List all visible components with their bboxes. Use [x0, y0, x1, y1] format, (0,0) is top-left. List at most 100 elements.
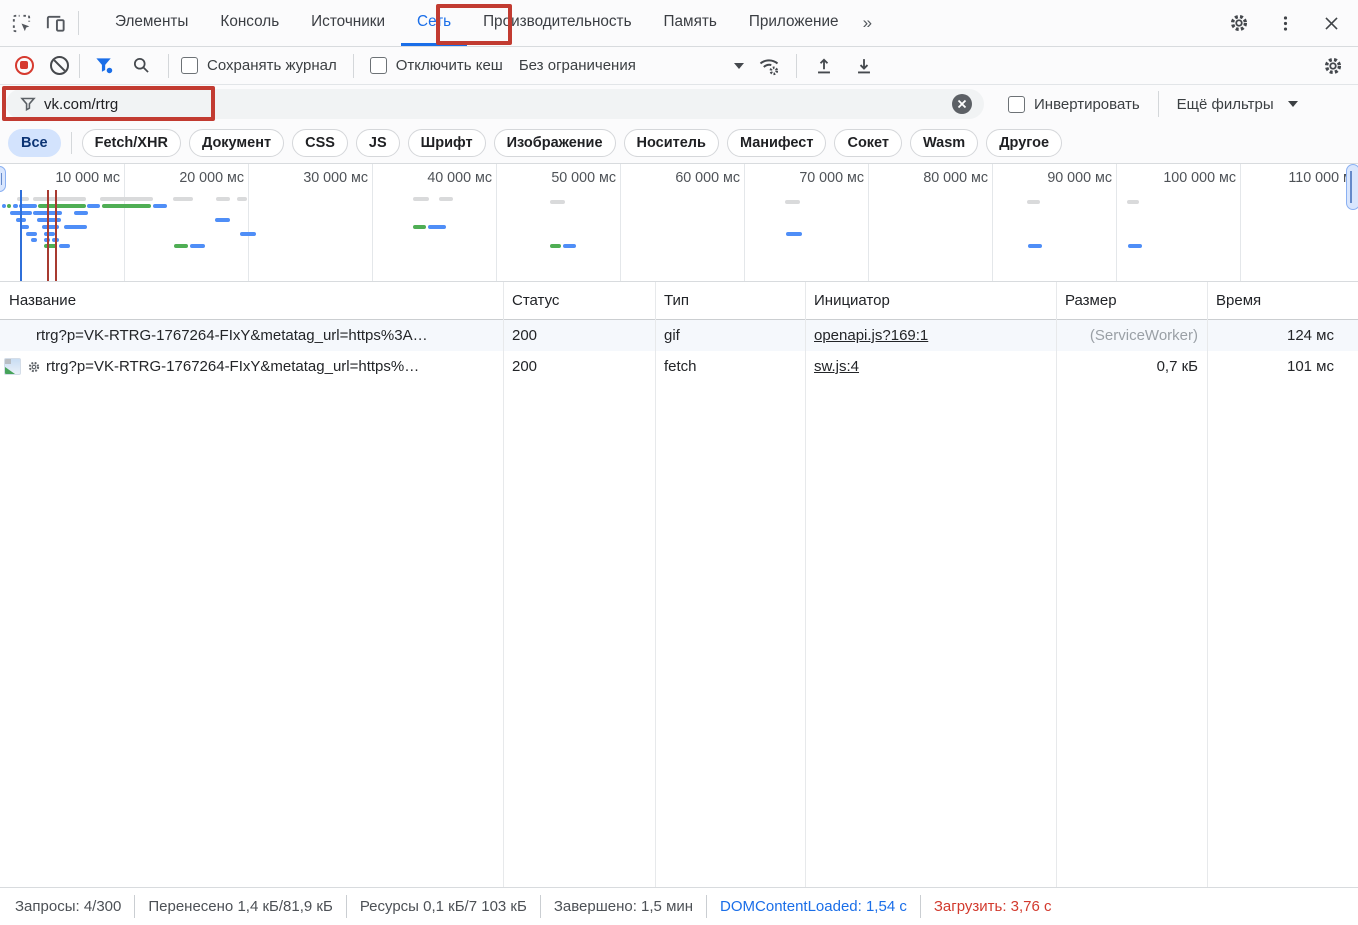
- clear-network-log-button[interactable]: [50, 56, 69, 75]
- divider: [796, 54, 797, 78]
- filter-chip-js[interactable]: JS: [356, 129, 400, 157]
- status-summary-item: Завершено: 1,5 мин: [541, 895, 707, 918]
- column-header-initiator[interactable]: Инициатор: [805, 292, 1056, 309]
- filter-chip-wasm[interactable]: Wasm: [910, 129, 978, 157]
- filter-funnel-icon[interactable]: [90, 49, 118, 83]
- tab-elements[interactable]: Элементы: [99, 0, 204, 46]
- tab-memory[interactable]: Память: [648, 0, 733, 46]
- network-settings-gear-icon[interactable]: [1316, 49, 1350, 83]
- tab-console[interactable]: Консоль: [204, 0, 295, 46]
- more-panels-chevron-icon[interactable]: »: [855, 13, 878, 33]
- filter-chip-document[interactable]: Документ: [189, 129, 284, 157]
- invert-filter-checkbox[interactable]: [1008, 96, 1025, 113]
- preserve-log-checkbox[interactable]: [181, 57, 198, 74]
- waterfall-bar: [1127, 200, 1139, 204]
- waterfall-bar: [240, 232, 256, 236]
- table-row[interactable]: rtrg?p=VK-RTRG-1767264-FIxY&metatag_url=…: [0, 320, 1358, 351]
- waterfall-bar: [1028, 244, 1042, 248]
- tab-performance[interactable]: Производительность: [467, 0, 647, 46]
- filter-chip-manifest[interactable]: Манифест: [727, 129, 827, 157]
- disable-cache-checkbox[interactable]: [370, 57, 387, 74]
- column-header-time[interactable]: Время: [1207, 292, 1358, 309]
- initiator-link[interactable]: openapi.js?169:1: [814, 327, 928, 344]
- waterfall-bar: [13, 204, 18, 208]
- column-header-type[interactable]: Тип: [655, 292, 805, 309]
- filter-chip-fetch-xhr[interactable]: Fetch/XHR: [82, 129, 181, 157]
- timeline-tick-label: 110 000 мс: [1250, 170, 1358, 186]
- timeline-tick-label: 30 000 мс: [258, 170, 368, 186]
- timeline-gridline: [1116, 164, 1117, 281]
- devtools-tabbar: ЭлементыКонсольИсточникиСетьПроизводител…: [0, 0, 1358, 47]
- image-preview-icon: [4, 358, 21, 375]
- timeline-tick-label: 40 000 мс: [382, 170, 492, 186]
- filter-chip-media[interactable]: Носитель: [624, 129, 719, 157]
- inspect-element-icon[interactable]: [4, 6, 38, 40]
- load-event-marker-line: [47, 190, 49, 281]
- network-conditions-icon[interactable]: [752, 49, 786, 83]
- table-header-row: Название Статус Тип Инициатор Размер Вре…: [0, 282, 1358, 320]
- size-cell: (ServiceWorker): [1056, 327, 1207, 344]
- network-overview-timeline[interactable]: 10 000 мс20 000 мс30 000 мс40 000 мс50 0…: [0, 164, 1358, 282]
- timeline-tick-label: 90 000 мс: [1002, 170, 1112, 186]
- size-cell: 0,7 кБ: [1056, 358, 1207, 375]
- disable-cache-label: Отключить кеш: [396, 57, 503, 74]
- timeline-gridline: [1240, 164, 1241, 281]
- timeline-tick-label: 60 000 мс: [630, 170, 740, 186]
- column-header-status[interactable]: Статус: [503, 292, 655, 309]
- service-worker-gear-icon: [27, 360, 41, 374]
- import-har-icon[interactable]: [807, 49, 841, 83]
- waterfall-bar: [102, 204, 151, 208]
- waterfall-bar: [59, 244, 70, 248]
- record-network-log-button[interactable]: [15, 56, 34, 75]
- more-filters-label[interactable]: Ещё фильтры: [1177, 96, 1274, 113]
- filter-chip-font[interactable]: Шрифт: [408, 129, 486, 157]
- timeline-tick-label: 80 000 мс: [878, 170, 988, 186]
- column-header-name[interactable]: Название: [0, 292, 503, 309]
- kebab-menu-icon[interactable]: [1268, 6, 1302, 40]
- filter-input[interactable]: [44, 96, 984, 113]
- table-row[interactable]: rtrg?p=VK-RTRG-1767264-FIxY&metatag_url=…: [0, 351, 1358, 382]
- status-summary-item[interactable]: DOMContentLoaded: 1,54 с: [707, 895, 921, 918]
- request-name: rtrg?p=VK-RTRG-1767264-FIxY&metatag_url=…: [36, 327, 428, 344]
- search-icon[interactable]: [126, 49, 156, 83]
- preserve-log-label: Сохранять журнал: [207, 57, 337, 74]
- timeline-gridline: [124, 164, 125, 281]
- chevron-down-icon: [734, 63, 744, 74]
- filter-chip-other[interactable]: Другое: [986, 129, 1062, 157]
- waterfall-bar: [439, 197, 453, 201]
- status-summary-item: Запросы: 4/300: [2, 895, 135, 918]
- request-name-cell[interactable]: rtrg?p=VK-RTRG-1767264-FIxY&metatag_url=…: [0, 358, 503, 375]
- clear-filter-icon[interactable]: [952, 94, 972, 114]
- throttling-select[interactable]: Без ограничения: [519, 57, 744, 74]
- divider: [168, 54, 169, 78]
- status-summary-item: Перенесено 1,4 кБ/81,9 кБ: [135, 895, 346, 918]
- close-devtools-icon[interactable]: [1314, 6, 1348, 40]
- filter-input-pill: [6, 89, 984, 119]
- device-toolbar-icon[interactable]: [38, 6, 72, 40]
- filter-chip-socket[interactable]: Сокет: [834, 129, 902, 157]
- timeline-gridline: [372, 164, 373, 281]
- filter-chip-image[interactable]: Изображение: [494, 129, 616, 157]
- tab-sources[interactable]: Источники: [295, 0, 401, 46]
- request-name-cell[interactable]: rtrg?p=VK-RTRG-1767264-FIxY&metatag_url=…: [0, 327, 503, 344]
- column-header-size[interactable]: Размер: [1056, 292, 1207, 309]
- waterfall-bar: [64, 225, 87, 229]
- waterfall-bar: [26, 232, 37, 236]
- waterfall-bar: [413, 197, 429, 201]
- waterfall-bar: [174, 244, 188, 248]
- export-har-icon[interactable]: [847, 49, 881, 83]
- filter-chip-css[interactable]: CSS: [292, 129, 348, 157]
- type-filter-chips: Все Fetch/XHR Документ CSS JS Шрифт Изображени…: [0, 123, 1358, 164]
- settings-gear-icon[interactable]: [1222, 6, 1256, 40]
- status-summary-item[interactable]: Загрузить: 3,76 с: [921, 895, 1065, 918]
- tab-application[interactable]: Приложение: [733, 0, 855, 46]
- filter-chip-all[interactable]: Все: [8, 129, 61, 157]
- waterfall-bar: [190, 244, 205, 248]
- initiator-cell: sw.js:4: [805, 358, 1056, 375]
- tab-network[interactable]: Сеть: [401, 0, 467, 46]
- overview-window-handle-right[interactable]: [1346, 164, 1358, 210]
- initiator-link[interactable]: sw.js:4: [814, 358, 859, 375]
- status-cell: 200: [503, 358, 655, 375]
- timeline-tick-label: 70 000 мс: [754, 170, 864, 186]
- overview-window-handle-left[interactable]: [0, 166, 6, 192]
